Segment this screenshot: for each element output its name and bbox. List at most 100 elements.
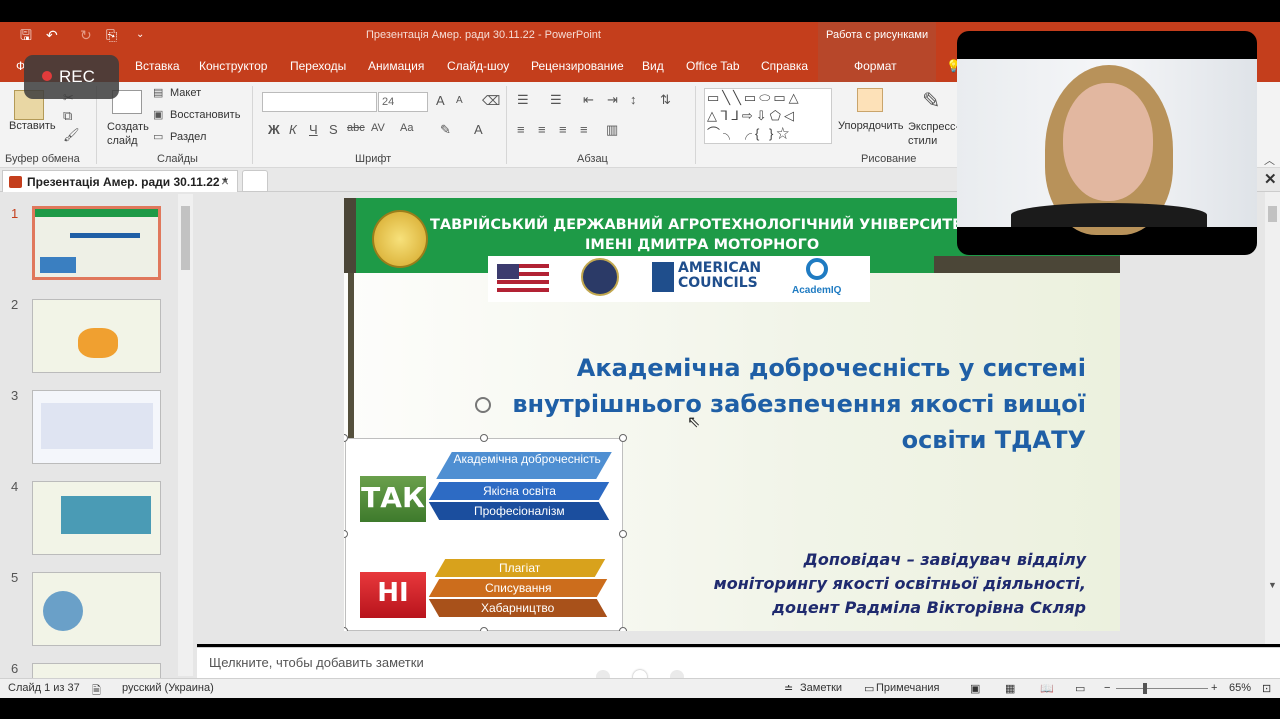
align-center-icon[interactable]: ≡ xyxy=(538,122,546,137)
tab-3[interactable]: Переходы xyxy=(290,59,346,73)
section-button[interactable]: Раздел xyxy=(170,131,206,143)
change-case-icon[interactable]: Aa xyxy=(400,122,413,134)
normal-view-icon[interactable]: ▣ xyxy=(970,682,980,695)
layout-button[interactable]: Макет xyxy=(170,87,201,99)
fit-slide-icon[interactable]: ⊡ xyxy=(1262,682,1271,695)
justify-icon[interactable]: ≡ xyxy=(580,122,588,137)
resize-handle[interactable] xyxy=(480,434,488,442)
layout-icon[interactable]: ▤ xyxy=(153,86,163,99)
slide-scrollbar[interactable]: ▼ xyxy=(1265,192,1280,644)
copy-icon[interactable]: ⧉ xyxy=(63,108,72,124)
bold-icon[interactable]: Ж xyxy=(268,122,280,137)
close-tab-icon[interactable]: × xyxy=(221,173,229,189)
resize-handle[interactable] xyxy=(619,627,627,631)
thumbnail-slide-5[interactable] xyxy=(32,572,161,646)
selected-picture[interactable]: ТАК Академічна доброчесність Якісна осві… xyxy=(345,438,623,631)
present-icon[interactable]: ⎘ xyxy=(106,27,117,43)
bullets-icon[interactable]: ☰ xyxy=(517,92,529,108)
window-title: Презентація Амер. ради 30.11.22 - PowerP… xyxy=(366,29,601,41)
arrange-button[interactable]: Упорядочить xyxy=(838,120,903,132)
resize-handle[interactable] xyxy=(619,434,627,442)
tab-2[interactable]: Конструктор xyxy=(199,59,267,73)
reading-view-icon[interactable]: 📖 xyxy=(1040,682,1054,695)
thumbnail-slide-1[interactable] xyxy=(32,206,161,280)
underline-icon[interactable]: Ч xyxy=(309,122,318,137)
thumbnail-slide-6[interactable] xyxy=(32,663,161,678)
font-color-icon[interactable]: A xyxy=(474,122,483,137)
resize-handle[interactable] xyxy=(619,530,627,538)
paste-button[interactable]: Вставить xyxy=(9,120,56,132)
screen-top-bar xyxy=(0,0,1280,22)
spacing-icon[interactable]: AV xyxy=(371,122,385,134)
clear-format-icon[interactable]: ⌫ xyxy=(482,93,500,109)
slide[interactable]: ТАВРІЙСЬКИЙ ДЕРЖАВНИЙ АГРОТЕХНОЛОГІЧНИЙ … xyxy=(344,198,1120,631)
zoom-in-icon[interactable]: + xyxy=(1211,682,1217,694)
arrange-icon[interactable] xyxy=(857,88,883,112)
scroll-thumb[interactable] xyxy=(181,206,190,270)
tab-9[interactable]: Справка xyxy=(761,59,808,73)
thumbnail-scrollbar[interactable] xyxy=(178,194,193,676)
increase-indent-icon[interactable]: ⇥ xyxy=(607,92,618,108)
tab-1[interactable]: Вставка xyxy=(135,59,180,73)
rotate-handle-icon[interactable] xyxy=(475,397,491,413)
format-painter-icon[interactable]: 🖌 xyxy=(63,127,80,143)
reset-button[interactable]: Восстановить xyxy=(170,109,240,121)
numbering-icon[interactable]: ☰ xyxy=(550,92,562,108)
new-slide-button[interactable]: Создать слайд xyxy=(107,120,151,148)
close-icon[interactable]: ✕ xyxy=(1264,170,1277,188)
yes-item-1-label: Академічна доброчесність xyxy=(453,452,602,466)
font-name-dropdown[interactable] xyxy=(262,92,377,112)
new-tab-button[interactable] xyxy=(242,170,268,192)
thumbnail-slide-2[interactable] xyxy=(32,299,161,373)
redo-icon[interactable]: ↻ xyxy=(80,27,92,43)
align-right-icon[interactable]: ≡ xyxy=(559,122,567,137)
tab-8[interactable]: Office Tab xyxy=(686,59,740,73)
resize-handle[interactable] xyxy=(480,627,488,631)
quick-styles-icon[interactable]: ✎ xyxy=(922,88,940,114)
tab-5[interactable]: Слайд-шоу xyxy=(447,59,509,73)
scroll-thumb[interactable] xyxy=(1268,206,1277,222)
comments-button[interactable]: Примечания xyxy=(876,682,940,694)
recording-indicator[interactable]: REC xyxy=(24,55,119,99)
tab-7[interactable]: Вид xyxy=(642,59,664,73)
tab-10[interactable]: Формат xyxy=(854,59,897,73)
zoom-slider-thumb[interactable] xyxy=(1143,683,1147,694)
text-direction-icon[interactable]: ⇅ xyxy=(660,92,671,108)
undo-icon[interactable]: ↶ xyxy=(46,27,58,43)
thumbnail-slide-3[interactable] xyxy=(32,390,161,464)
shrink-font-icon[interactable]: A xyxy=(456,95,463,106)
slide-count[interactable]: Слайд 1 из 37 xyxy=(8,682,80,694)
tab-4[interactable]: Анимация xyxy=(368,59,424,73)
line-spacing-icon[interactable]: ↕ xyxy=(630,92,637,107)
notes-pane[interactable]: Щелкните, чтобы добавить заметки xyxy=(197,647,1280,678)
italic-icon[interactable]: К xyxy=(289,122,297,137)
yes-item-3-label: Професіоналізм xyxy=(473,504,565,518)
scroll-down-icon[interactable]: ▼ xyxy=(1268,580,1277,590)
shapes-gallery[interactable]: ▭╲╲▭⬭▭△ △ᒣᒧ⇨⇩⬠◁ ⌒╮╭{ }☆ xyxy=(704,88,832,144)
save-icon[interactable]: 🖫 xyxy=(20,27,32,43)
align-left-icon[interactable]: ≡ xyxy=(517,122,525,137)
decrease-indent-icon[interactable]: ⇤ xyxy=(583,92,594,108)
font-size-dropdown[interactable]: 24 xyxy=(378,92,428,112)
strikethrough-icon[interactable]: abc xyxy=(347,122,365,134)
section-icon[interactable]: ▭ xyxy=(153,130,163,143)
tab-6[interactable]: Рецензирование xyxy=(531,59,624,73)
webcam-overlay[interactable] xyxy=(957,31,1257,255)
reset-icon[interactable]: ▣ xyxy=(153,108,163,121)
highlight-icon[interactable]: ✎ xyxy=(440,122,451,138)
quick-styles-button[interactable]: Экспресс-стили xyxy=(908,120,959,148)
thumbnail-slide-4[interactable] xyxy=(32,481,161,555)
columns-icon[interactable]: ▥ xyxy=(606,122,618,138)
language[interactable]: русский (Украина) xyxy=(122,682,214,694)
grow-font-icon[interactable]: A xyxy=(436,93,445,108)
slideshow-view-icon[interactable]: ▭ xyxy=(1075,682,1085,695)
sorter-view-icon[interactable]: ▦ xyxy=(1005,682,1015,695)
notes-button[interactable]: Заметки xyxy=(800,682,842,694)
shadow-icon[interactable]: S xyxy=(329,122,338,137)
zoom-level[interactable]: 65% xyxy=(1229,682,1251,694)
customize-icon[interactable]: ⌄ xyxy=(136,27,144,43)
zoom-out-icon[interactable]: − xyxy=(1104,682,1110,694)
collapse-ribbon-icon[interactable]: ︿ xyxy=(1264,152,1275,168)
document-tab[interactable]: Презентація Амер. ради 30.11.22 * × xyxy=(2,170,238,192)
zoom-slider[interactable] xyxy=(1116,688,1208,689)
